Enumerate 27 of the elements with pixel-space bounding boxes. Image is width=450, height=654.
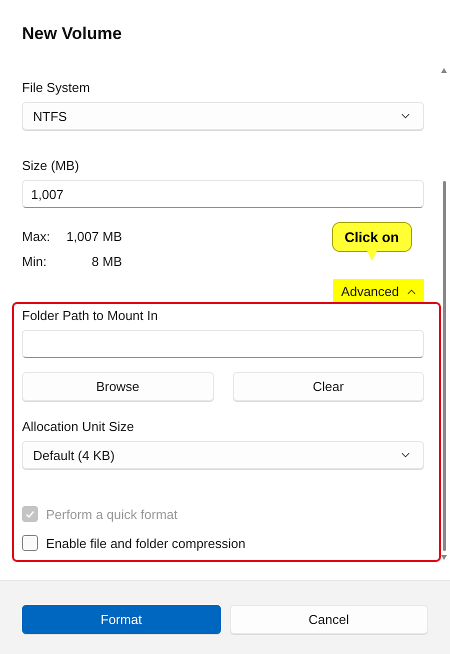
limit-label: Max: [22, 229, 52, 244]
size-field[interactable]: 1,007 [22, 180, 424, 208]
field-label: File System [22, 80, 91, 95]
scrollbar-drawing[interactable] [441, 68, 447, 560]
dropdown[interactable]: NTFS [22, 102, 424, 130]
checkbox[interactable] [22, 535, 38, 551]
callout-bubble: Click on [332, 222, 412, 252]
callout-pointer-icon [366, 251, 377, 261]
dropdown[interactable]: Default (4 KB) [22, 441, 424, 469]
checkbox-label: Enable file and folder compression [46, 536, 246, 550]
path-button[interactable]: Browse [22, 372, 214, 401]
chevron-icon [401, 452, 410, 458]
chevron-icon [407, 288, 416, 294]
field-label: Allocation Unit Size [22, 419, 135, 434]
field-label: Folder Path to Mount In [22, 308, 159, 323]
folder-path-field[interactable] [22, 330, 424, 358]
field-label: Size (MB) [22, 158, 80, 173]
path-button[interactable]: Clear [232, 372, 424, 401]
limit-label: Min: [22, 254, 48, 269]
limit-value: 8 MB [90, 254, 122, 269]
format-button[interactable]: Format [22, 605, 220, 634]
limit-value: 1,007 MB [65, 229, 122, 244]
chevron-icon [401, 113, 410, 119]
cancel-button[interactable]: Cancel [230, 605, 428, 634]
dialog-title: New Volume [22, 24, 123, 45]
checkbox-label: Perform a quick format [46, 506, 178, 522]
advanced-button[interactable]: Advanced [333, 279, 424, 304]
